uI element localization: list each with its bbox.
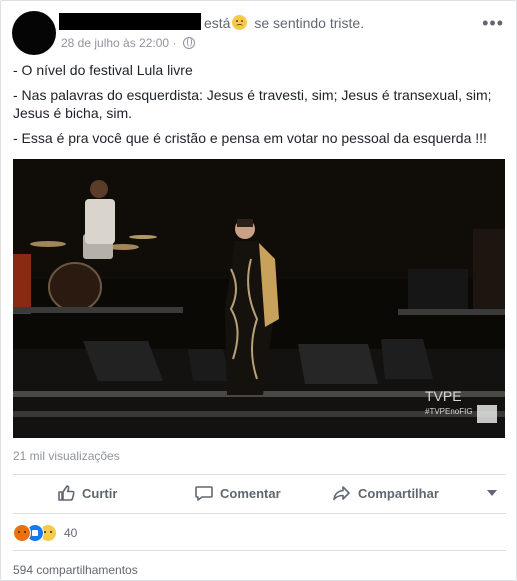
view-count[interactable]: 21 mil visualizações — [13, 449, 120, 463]
meta-separator: · — [172, 36, 177, 50]
watermark-tag: #TVPEnoFIG — [425, 407, 473, 416]
action-bar: Curtir Comentar Compartilhar — [1, 477, 517, 509]
post-line: - Nas palavras do esquerdista: Jesus é t… — [13, 87, 492, 121]
share-icon — [333, 486, 350, 501]
share-label: Compartilhar — [358, 485, 439, 501]
more-options-icon[interactable]: ••• — [482, 13, 504, 34]
header-status: está se sentindo triste. — [204, 15, 364, 31]
post-text: - O nível do festival Lula livre - Nas p… — [13, 61, 507, 154]
divider-bottom — [13, 513, 506, 514]
reaction-summary[interactable]: 40 — [13, 524, 77, 542]
post-line: - Essa é pra você que é cristão e pensa … — [13, 130, 487, 146]
divider-reactions — [13, 550, 506, 551]
comment-button[interactable]: Comentar — [194, 477, 281, 509]
post-meta: 28 de julho às 22:00 · — [61, 36, 195, 50]
feeling-text[interactable]: se sentindo triste. — [254, 15, 364, 31]
video-frame: TVPE #TVPEnoFIG — [13, 159, 505, 438]
like-button[interactable]: Curtir — [56, 477, 117, 509]
video-player[interactable]: TVPE #TVPEnoFIG — [13, 159, 505, 438]
post-card: está se sentindo triste. ••• 28 de julho… — [0, 0, 517, 581]
sad-face-icon — [232, 15, 248, 30]
post-line: - O nível do festival Lula livre — [13, 62, 193, 78]
thumbs-up-icon — [58, 485, 75, 501]
avatar[interactable] — [12, 11, 56, 55]
redacted-author-name — [59, 13, 201, 30]
share-button[interactable]: Compartilhar — [332, 477, 439, 509]
like-label: Curtir — [82, 485, 118, 501]
reaction-count: 40 — [64, 526, 78, 540]
angry-icon — [13, 524, 31, 542]
share-count[interactable]: 594 compartilhamentos — [13, 563, 138, 577]
timestamp-link[interactable]: 28 de julho às 22:00 — [61, 36, 169, 50]
status-verb: está — [204, 15, 231, 31]
divider-top — [13, 474, 506, 475]
comment-icon — [195, 486, 213, 501]
watermark-brand: TVPE — [425, 388, 462, 404]
comment-label: Comentar — [220, 485, 281, 501]
chevron-down-icon[interactable] — [487, 490, 497, 496]
globe-icon[interactable] — [182, 37, 195, 49]
